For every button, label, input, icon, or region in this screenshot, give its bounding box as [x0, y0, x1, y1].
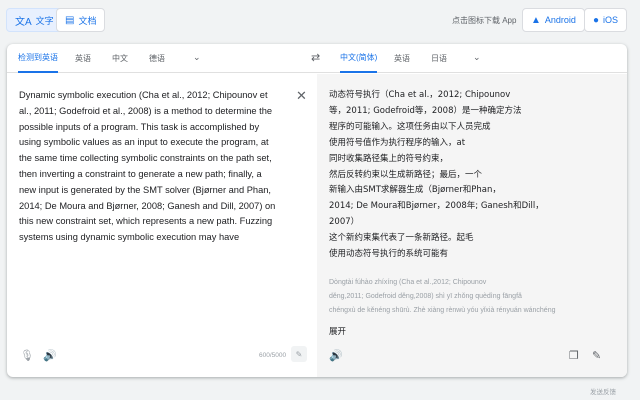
ios-download-button[interactable]: ● iOS: [584, 8, 628, 32]
clear-text-icon[interactable]: ✕: [296, 88, 307, 104]
source-lang-chinese[interactable]: 中文: [112, 44, 128, 73]
pinyin-line: děng,2011; Godefroid děng,2008) shì yī z…: [329, 293, 522, 300]
apple-icon: ●: [593, 14, 600, 26]
suggest-edit-icon[interactable]: ✎: [592, 349, 601, 362]
source-edit-icon[interactable]: ✎: [291, 346, 307, 362]
source-lang-more-chevron-icon[interactable]: ⌄: [193, 52, 201, 63]
document-mode-button[interactable]: ▤ 文档: [56, 8, 106, 32]
top-bar: 文A 文字 ▤ 文档 点击图标下载 App ▲ Android ● iOS: [0, 0, 640, 42]
source-lang-german[interactable]: 德语: [149, 44, 165, 73]
translated-line: 程序的可能输入。这项任务由以下人员完成: [329, 121, 491, 132]
character-count: 600/5000: [259, 352, 287, 359]
translate-icon: 文A: [15, 16, 32, 28]
target-lang-english[interactable]: 英语: [394, 44, 410, 73]
pinyin-line: Dòngtài fúhào zhíxíng (Cha et al.,2012; …: [329, 279, 487, 286]
source-lang-english[interactable]: 英语: [75, 44, 91, 73]
pinyin-line: chéngxù de kěnéng shūrù. Zhè xiàng rènwù…: [329, 307, 556, 314]
source-speaker-icon[interactable]: 🔊: [43, 349, 57, 362]
target-lang-more-chevron-icon[interactable]: ⌄: [473, 52, 481, 63]
source-text-input[interactable]: Dynamic symbolic execution (Cha et al., …: [19, 88, 277, 246]
download-app-text: 点击图标下载 App: [452, 16, 517, 25]
target-speaker-icon[interactable]: 🔊: [329, 349, 343, 362]
expand-link[interactable]: 展开: [329, 325, 346, 337]
swap-languages-icon[interactable]: ⇄: [311, 51, 320, 64]
target-lang-japanese[interactable]: 日语: [431, 44, 447, 73]
android-download-button[interactable]: ▲ Android: [522, 8, 585, 32]
translated-text: 动态符号执行（Cha et al.，2012; Chipounov 等，2011…: [329, 88, 569, 263]
translated-line: 使用符号值作为执行程序的输入，at: [329, 137, 466, 148]
language-bar: 检测到英语 英语 中文 德语 ⌄ ⇄ 中文(简体) 英语 日语 ⌄: [7, 44, 627, 73]
translated-line: 这个新约束集代表了一条新路径。起毛: [329, 233, 474, 244]
android-icon: ▲: [531, 14, 541, 26]
target-lang-chinese-simplified[interactable]: 中文(简体): [340, 44, 378, 73]
target-panel: 动态符号执行（Cha et al.，2012; Chipounov 等，2011…: [317, 74, 627, 377]
pinyin-transliteration: Dòngtài fúhào zhíxíng (Cha et al.,2012; …: [329, 276, 599, 318]
translated-line: 然后反转约束以生成新路径；最后，一个: [329, 169, 483, 180]
text-mode-button[interactable]: 文A 文字: [6, 8, 63, 32]
translated-line: 新输入由SMT求解器生成（Bjørner和Phan，: [329, 185, 501, 196]
send-feedback-link[interactable]: 发送反馈: [590, 386, 616, 396]
translated-line: 2014; De Moura和Bjørner，2008年; Ganesh和Dil…: [329, 201, 544, 228]
source-panel: Dynamic symbolic execution (Cha et al., …: [7, 74, 317, 377]
text-mode-label: 文字: [35, 15, 54, 26]
copy-icon[interactable]: ❐: [569, 349, 579, 362]
ios-label: iOS: [603, 15, 619, 25]
translated-line: 动态符号执行（Cha et al.，2012; Chipounov: [329, 90, 511, 100]
source-lang-detected[interactable]: 检测到英语: [18, 44, 58, 73]
translated-line: 同时收集路径集上的符号约束，: [329, 153, 449, 164]
translated-line: 使用动态符号执行的系统可能有: [329, 249, 449, 260]
document-mode-label: 文档: [78, 15, 97, 26]
translated-line: 等，2011; Godefroid等，2008）是一种确定方法: [329, 105, 522, 116]
android-label: Android: [544, 15, 576, 25]
document-icon: ▤: [65, 14, 75, 26]
translation-card: 检测到英语 英语 中文 德语 ⌄ ⇄ 中文(简体) 英语 日语 ⌄ Dynami…: [7, 44, 627, 377]
microphone-icon[interactable]: 🎙: [20, 349, 34, 362]
